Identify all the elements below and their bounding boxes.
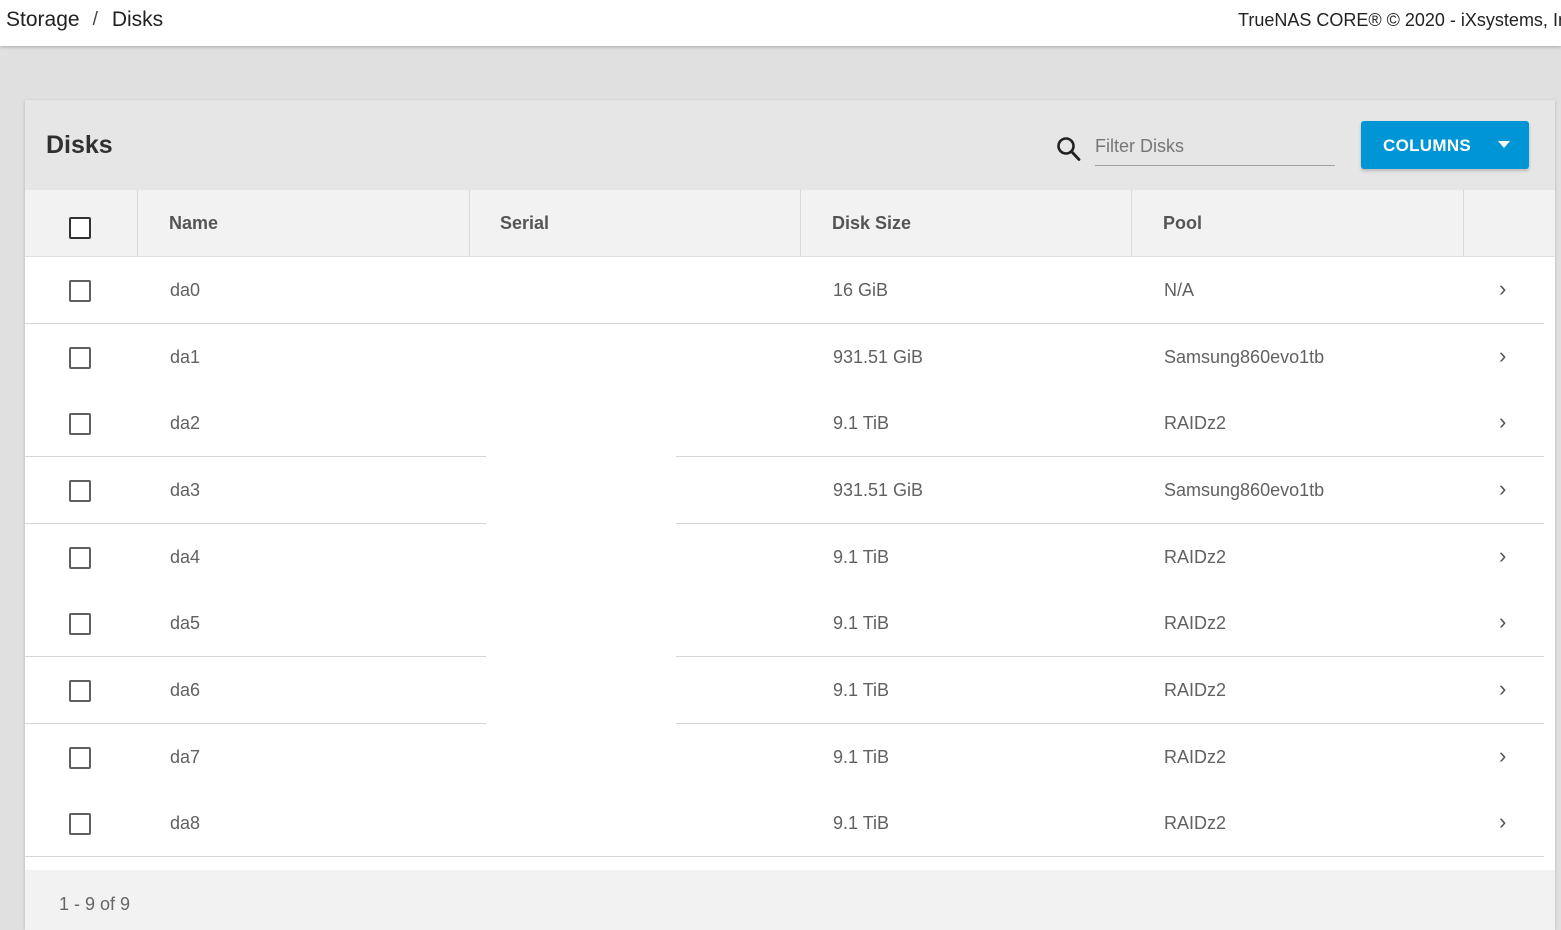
table-row[interactable]: da6 9.1 TiB RAIDz2 › bbox=[25, 657, 1555, 724]
disk-pool: Samsung860evo1tb bbox=[1164, 347, 1325, 367]
disk-name: da6 bbox=[170, 680, 201, 700]
row-divider bbox=[676, 523, 1544, 524]
top-bar: Storage / Disks TrueNAS CORE® © 2020 - i… bbox=[0, 0, 1561, 46]
column-header-serial[interactable]: Serial bbox=[500, 190, 549, 256]
columns-button[interactable]: COLUMNS bbox=[1361, 121, 1529, 169]
chevron-right-icon[interactable]: › bbox=[1499, 543, 1506, 569]
row-checkbox[interactable] bbox=[69, 613, 91, 635]
chevron-right-icon[interactable]: › bbox=[1499, 476, 1506, 502]
table-row[interactable]: da4 9.1 TiB RAIDz2 › bbox=[25, 524, 1555, 591]
caret-down-icon bbox=[1498, 141, 1510, 148]
row-divider bbox=[25, 523, 486, 524]
table-footer: 1 - 9 of 9 bbox=[25, 870, 1555, 930]
row-checkbox[interactable] bbox=[69, 547, 91, 569]
column-divider bbox=[800, 190, 801, 256]
disk-name: da8 bbox=[170, 813, 201, 833]
disk-name: da3 bbox=[170, 480, 201, 500]
disk-size: 9.1 TiB bbox=[833, 613, 890, 633]
breadcrumb-separator: / bbox=[92, 9, 98, 30]
disk-pool: N/A bbox=[1164, 280, 1195, 300]
table-row[interactable]: da2 9.1 TiB RAIDz2 › bbox=[25, 390, 1555, 457]
disk-pool: RAIDz2 bbox=[1164, 813, 1227, 833]
card-header: Disks COLUMNS bbox=[25, 100, 1555, 190]
disk-size: 931.51 GiB bbox=[833, 480, 924, 500]
table-header: Name Serial Disk Size Pool bbox=[25, 190, 1555, 257]
column-header-pool[interactable]: Pool bbox=[1163, 190, 1202, 256]
filter-disks-input[interactable] bbox=[1095, 130, 1335, 166]
row-divider bbox=[25, 456, 486, 457]
row-checkbox[interactable] bbox=[69, 680, 91, 702]
column-divider bbox=[1463, 190, 1464, 256]
row-checkbox[interactable] bbox=[69, 280, 91, 302]
column-divider bbox=[137, 190, 138, 256]
search-icon[interactable] bbox=[1056, 135, 1082, 163]
disk-size: 16 GiB bbox=[833, 280, 889, 300]
chevron-right-icon[interactable]: › bbox=[1499, 809, 1506, 835]
disk-size: 9.1 TiB bbox=[833, 680, 890, 700]
row-checkbox[interactable] bbox=[69, 413, 91, 435]
table-row[interactable]: da1 931.51 GiB Samsung860evo1tb › bbox=[25, 324, 1555, 391]
column-header-name[interactable]: Name bbox=[169, 190, 218, 256]
breadcrumb-storage-link[interactable]: Storage bbox=[6, 8, 80, 32]
disk-pool: Samsung860evo1tb bbox=[1164, 480, 1325, 500]
row-checkbox[interactable] bbox=[69, 347, 91, 369]
disk-name: da4 bbox=[170, 547, 201, 567]
chevron-right-icon[interactable]: › bbox=[1499, 276, 1506, 302]
disk-size: 9.1 TiB bbox=[833, 813, 890, 833]
disk-pool: RAIDz2 bbox=[1164, 747, 1227, 767]
disk-name: da0 bbox=[170, 280, 201, 300]
disk-size: 9.1 TiB bbox=[833, 413, 890, 433]
select-all-checkbox[interactable] bbox=[69, 217, 91, 239]
chevron-right-icon[interactable]: › bbox=[1499, 676, 1506, 702]
chevron-right-icon[interactable]: › bbox=[1499, 409, 1506, 435]
copyright-text: TrueNAS CORE® © 2020 - iXsystems, In bbox=[1238, 10, 1561, 30]
table-row[interactable]: da8 9.1 TiB RAIDz2 › bbox=[25, 790, 1555, 857]
breadcrumb-current: Disks bbox=[111, 8, 164, 31]
card-title: Disks bbox=[46, 131, 113, 159]
row-divider bbox=[25, 656, 486, 657]
row-checkbox[interactable] bbox=[69, 480, 91, 502]
table-row[interactable]: da5 9.1 TiB RAIDz2 › bbox=[25, 590, 1555, 657]
pagination-range: 1 - 9 of 9 bbox=[59, 894, 131, 914]
disk-pool: RAIDz2 bbox=[1164, 413, 1227, 433]
columns-button-label: COLUMNS bbox=[1383, 136, 1472, 155]
disk-pool: RAIDz2 bbox=[1164, 680, 1227, 700]
row-checkbox[interactable] bbox=[69, 747, 91, 769]
table-row[interactable]: da3 931.51 GiB Samsung860evo1tb › bbox=[25, 457, 1555, 524]
row-divider bbox=[25, 723, 486, 724]
row-divider bbox=[676, 456, 1544, 457]
disk-pool: RAIDz2 bbox=[1164, 613, 1227, 633]
disk-name: da7 bbox=[170, 747, 201, 767]
column-header-disk-size[interactable]: Disk Size bbox=[832, 190, 911, 256]
row-divider bbox=[25, 323, 1544, 324]
disks-card: Disks COLUMNS Name Serial Disk Size Pool… bbox=[25, 100, 1555, 930]
table-row[interactable]: da0 16 GiB N/A › bbox=[25, 257, 1555, 324]
disk-size: 9.1 TiB bbox=[833, 747, 890, 767]
disk-size: 931.51 GiB bbox=[833, 347, 924, 367]
row-checkbox[interactable] bbox=[69, 813, 91, 835]
row-divider bbox=[676, 656, 1544, 657]
row-divider bbox=[25, 856, 1544, 857]
table-row[interactable]: da7 9.1 TiB RAIDz2 › bbox=[25, 724, 1555, 791]
chevron-right-icon[interactable]: › bbox=[1499, 743, 1506, 769]
disk-name: da2 bbox=[170, 413, 201, 433]
disk-size: 9.1 TiB bbox=[833, 547, 890, 567]
disk-pool: RAIDz2 bbox=[1164, 547, 1227, 567]
disk-name: da1 bbox=[170, 347, 201, 367]
chevron-right-icon[interactable]: › bbox=[1499, 609, 1506, 635]
disk-name: da5 bbox=[170, 613, 201, 633]
column-divider bbox=[469, 190, 470, 256]
column-divider bbox=[1131, 190, 1132, 256]
row-divider bbox=[676, 723, 1544, 724]
breadcrumb: Storage / Disks bbox=[6, 8, 163, 32]
chevron-right-icon[interactable]: › bbox=[1499, 343, 1506, 369]
